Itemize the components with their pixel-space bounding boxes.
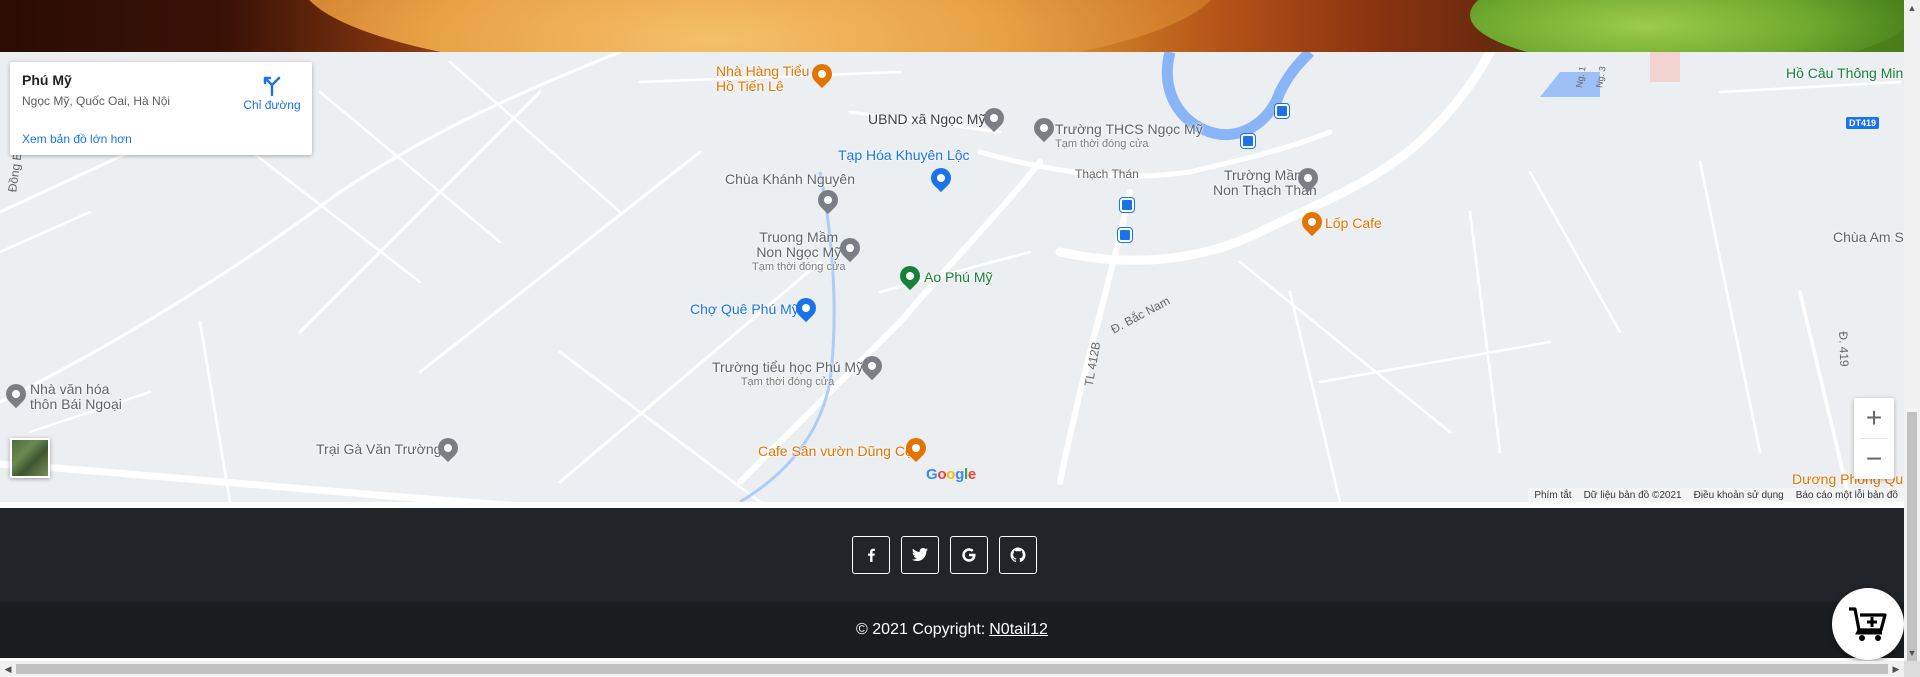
poi-label[interactable]: Chùa Am S [1833,230,1904,245]
zoom-controls: + − [1854,398,1894,479]
scroll-left-arrow[interactable]: ◀ [0,661,16,677]
poi-label[interactable]: Trại Gà Văn Trường [316,442,441,457]
scroll-right-arrow[interactable]: ▶ [1888,661,1904,677]
bread-graphic [300,0,1220,52]
hero-banner-image [0,0,1904,52]
zoom-out-button[interactable]: − [1854,439,1894,479]
logo-letter: o [937,466,947,483]
poi-label[interactable]: Nhà Hàng Tiểu Hồ Tiến Lê [716,64,809,94]
poi-label[interactable]: Truong Mầm Non Ngọc Mỹ Tạm thời đóng cửa [752,230,845,275]
scroll-up-arrow[interactable]: ▲ [1904,0,1920,16]
bus-stop-icon[interactable] [1118,228,1132,242]
github-icon [1010,547,1026,563]
poi-label[interactable]: Cafe Sân vườn Dũng Cọ [758,444,913,459]
horizontal-scroll-thumb[interactable] [16,664,1888,674]
poi-label[interactable]: Chợ Quê Phú Mỹ [690,302,799,317]
scroll-down-arrow[interactable]: ▼ [1904,645,1920,661]
road-number-tag: DT419 [1846,117,1880,129]
terms-of-use-link[interactable]: Điều khoản sử dụng [1694,490,1784,501]
author-link[interactable]: N0tail12 [989,621,1048,639]
google-logo: Google [926,466,976,483]
poi-status: Tạm thời đóng cửa [752,261,846,273]
bus-stop-icon[interactable] [1275,104,1289,118]
poi-name: Trường THCS Ngọc Mỹ [1055,121,1203,137]
view-larger-map-link[interactable]: Xem bản đồ lớn hơn [22,132,132,146]
twitter-button[interactable] [901,536,939,574]
copyright-text: © 2021 Copyright: [856,621,986,638]
logo-letter: G [926,466,938,483]
directions-icon [263,76,281,96]
bus-stop-icon[interactable] [1241,134,1255,148]
cart-plus-icon [1849,607,1887,641]
map-place-card: Phú Mỹ Ngọc Mỹ, Quốc Oai, Hà Nội Xem bản… [10,62,312,155]
poi-status: Tạm thời đóng cửa [740,376,835,388]
poi-label[interactable]: Lốp Cafe [1325,216,1382,231]
github-button[interactable] [999,536,1037,574]
poi-label[interactable]: Chùa Khánh Nguyên [725,172,855,187]
map-data-credit: Dữ liệu bản đồ ©2021 [1583,489,1682,501]
zoom-in-button[interactable]: + [1854,398,1894,438]
social-links [852,536,1037,574]
poi-name: Trường tiểu học Phú Mỹ [712,359,864,375]
place-address: Ngọc Mỹ, Quốc Oai, Hà Nội [22,94,171,108]
poi-label[interactable]: Ao Phú Mỹ [924,270,992,285]
road-label: Đ. 419 [1836,331,1852,367]
directions-button[interactable]: Chỉ đường [238,74,306,112]
directions-label: Chỉ đường [243,98,301,112]
google-button[interactable] [950,536,988,574]
lettuce-graphic [1470,0,1904,52]
bus-stop-icon[interactable] [1120,198,1134,212]
report-map-error-link[interactable]: Báo cáo một lỗi bản đồ [1796,490,1898,501]
embedded-map[interactable]: Thạch Thán Đ. Bắc Nam TL 412B Đ. 419 Đồn… [0,52,1904,502]
logo-letter: o [946,466,956,483]
poi-label[interactable]: Hồ Câu Thông Minh [1786,66,1904,81]
copyright-bar: © 2021 Copyright: N0tail12 [0,602,1904,658]
google-icon [962,548,976,562]
poi-label[interactable]: Nhà văn hóa thôn Bái Ngoại [30,382,122,412]
cart-button[interactable] [1832,588,1904,660]
keyboard-shortcuts-link[interactable]: Phím tắt [1534,490,1571,501]
vertical-scroll-thumb[interactable] [1907,412,1917,661]
road-label: Thạch Thán [1075,167,1139,181]
twitter-icon [912,548,928,561]
poi-label[interactable]: Tạp Hóa Khuyên Lộc [838,148,970,163]
poi-label[interactable]: Trường tiểu học Phú Mỹ Tạm thời đóng cửa [712,360,863,390]
satellite-layer-toggle[interactable] [10,438,50,478]
poi-label[interactable]: Trường THCS Ngọc Mỹ Tạm thời đóng cửa [1055,122,1203,152]
logo-letter: g [955,466,964,483]
poi-status: Tạm thời đóng cửa [1055,138,1149,150]
place-title: Phú Mỹ [22,72,72,88]
map-attribution-bar: Phím tắt Dữ liệu bản đồ ©2021 Điều khoản… [1528,488,1904,502]
poi-name: Truong Mầm Non Ngọc Mỹ [756,229,842,260]
page-footer: © 2021 Copyright: N0tail12 [0,508,1904,658]
facebook-icon [868,548,875,562]
scrollbar-corner [1904,661,1920,677]
logo-letter: e [967,466,976,483]
poi-label[interactable]: UBND xã Ngọc Mỹ [868,112,985,127]
facebook-button[interactable] [852,536,890,574]
